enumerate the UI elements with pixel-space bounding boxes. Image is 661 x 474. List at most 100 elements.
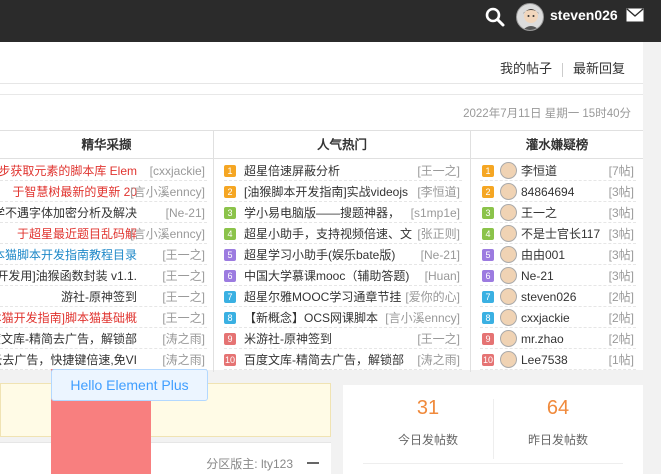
user-avatar-icon[interactable] [500,330,517,347]
list-item[interactable]: 本猫脚本开发指南教程目录 [王一之] [0,245,207,265]
list-item[interactable]: 5 由由001 [3帖] [480,245,636,265]
poster-name[interactable]: cxxjackie [521,308,570,327]
list-item[interactable]: 游社-原神签到 [王一之] [0,287,207,307]
list-item[interactable]: 于智慧树最新的更新 20 [言小溪enncy] [0,182,207,202]
list-item[interactable]: 3 王一之 [3帖] [480,203,636,223]
post-title[interactable]: [油猴脚本开发指南]实战videojs [244,182,408,201]
post-author[interactable]: [王一之] [162,287,205,306]
poster-name[interactable]: 由由001 [521,245,565,264]
collapse-icon[interactable] [307,462,319,464]
list-item[interactable]: 本开发用]油猴函数封装 v1.1. [王一之] [0,266,207,286]
list-item[interactable]: 于超星最近题目乱码解 [言小溪enncy] [0,224,207,244]
list-item[interactable]: 2 [油猴脚本开发指南]实战videojs [李恒道] [224,182,462,202]
post-author[interactable]: [王一之] [162,308,205,327]
list-item[interactable]: 9 mr.zhao [2帖] [480,329,636,349]
post-title[interactable]: 度文库-精简去广告，解锁部 [0,329,137,348]
poster-name[interactable]: mr.zhao [521,329,564,348]
post-title[interactable]: 【新概念】OCS网课脚本 [244,308,378,327]
list-item[interactable]: 本猫开发指南]脚本猫基础概 [王一之] [0,308,207,328]
list-item[interactable]: 8 【新概念】OCS网课脚本 [言小溪enncy] [224,308,462,328]
list-item[interactable]: 7 steven026 [2帖] [480,287,636,307]
list-item[interactable]: 4 超星小助手，支持视频倍速、文 [张正则] [224,224,462,244]
username[interactable]: steven026 [550,6,618,24]
post-author[interactable]: [王一之] [417,329,460,348]
post-title[interactable]: 超星倍速屏蔽分析 [244,161,340,180]
col-featured: 精华采撷 [0,131,213,159]
list-item[interactable]: 5 超星学习小助手(娱乐bate版) [Ne-21] [224,245,462,265]
post-title[interactable]: 超星尔雅MOOC学习通章节挂 [244,287,401,306]
post-author[interactable]: [言小溪enncy] [385,308,460,327]
poster-name[interactable]: steven026 [521,287,576,306]
post-author[interactable]: [Ne-21] [421,245,460,264]
post-author[interactable]: [爱你的心] [405,287,460,306]
list-item[interactable]: 8 cxxjackie [2帖] [480,308,636,328]
user-avatar-icon[interactable] [500,309,517,326]
post-title[interactable]: 中国大学慕课mooc（辅助答题) [244,266,409,285]
user-avatar-icon[interactable] [500,204,517,221]
post-title[interactable]: 本开发用]油猴函数封装 v1.1. [0,266,137,285]
hello-tooltip[interactable]: Hello Element Plus [51,369,208,401]
list-item[interactable]: 9 米游社-原神签到 [王一之] [224,329,462,349]
list-item[interactable]: 度云去广告，快捷键倍速,免VI [涛之雨] [0,350,207,370]
my-posts-link[interactable]: 我的帖子 [500,61,552,76]
post-title[interactable]: 本猫脚本开发指南教程目录 [0,245,137,264]
poster-name[interactable]: 不是士官长117 [521,224,600,243]
post-title[interactable]: 度云去广告，快捷键倍速,免VI [0,350,137,369]
poster-name[interactable]: Lee7538 [521,350,568,369]
user-avatar-icon[interactable] [500,267,517,284]
post-title[interactable]: 步获取元素的脚本库 Elem [0,161,137,180]
list-item[interactable]: 7 超星尔雅MOOC学习通章节挂 [爱你的心] [224,287,462,307]
list-item[interactable]: 1 超星倍速屏蔽分析 [王一之] [224,161,462,181]
user-avatar-icon[interactable] [500,288,517,305]
post-author[interactable]: [cxxjackie] [150,161,205,180]
latest-replies-link[interactable]: 最新回复 [573,61,625,76]
list-item[interactable]: 1 李恒道 [7帖] [480,161,636,181]
post-author[interactable]: [涛之雨] [162,350,205,369]
user-avatar-icon[interactable] [500,225,517,242]
user-avatar-icon[interactable] [500,246,517,263]
post-title[interactable]: 学小易电脑版——搜题神器， [244,203,400,222]
post-title[interactable]: 超星小助手，支持视频倍速、文 [244,224,412,243]
poster-name[interactable]: 王一之 [521,203,557,222]
list-item[interactable]: 3 学小易电脑版——搜题神器， [s1mp1e] [224,203,462,223]
post-title[interactable]: 于超星最近题目乱码解 [17,224,137,243]
poster-name[interactable]: Ne-21 [521,266,554,285]
list-item[interactable]: 6 中国大学慕课mooc（辅助答题) [Huan] [224,266,462,286]
section-moderator[interactable]: 分区版主: lty123 [206,455,293,472]
list-item[interactable]: 步获取元素的脚本库 Elem [cxxjackie] [0,161,207,181]
post-author[interactable]: [涛之雨] [162,329,205,348]
list-item[interactable]: 4 不是士官长117 [3帖] [480,224,636,244]
poster-name[interactable]: 李恒道 [521,161,557,180]
user-avatar[interactable] [516,3,544,31]
post-title[interactable]: 百度文库-精简去广告，解锁部 [244,350,404,369]
post-author[interactable]: [李恒道] [417,182,460,201]
user-avatar-icon[interactable] [500,162,517,179]
post-title[interactable]: 星学不遇字体加密分析及解决 [0,203,137,222]
post-title[interactable]: 米游社-原神签到 [244,329,332,348]
list-item[interactable]: 星学不遇字体加密分析及解决 [Ne-21] [0,203,207,223]
post-author[interactable]: [王一之] [162,266,205,285]
mail-icon[interactable] [626,8,644,22]
post-title[interactable]: 本猫开发指南]脚本猫基础概 [0,308,137,327]
list-item[interactable]: 2 84864694 [3帖] [480,182,636,202]
post-author[interactable]: [王一之] [417,161,460,180]
post-author[interactable]: [s1mp1e] [411,203,460,222]
post-title[interactable]: 游社-原神签到 [61,287,137,306]
post-author[interactable]: [涛之雨] [417,350,460,369]
poster-name[interactable]: 84864694 [521,182,574,201]
post-title[interactable]: 超星学习小助手(娱乐bate版) [244,245,395,264]
user-avatar-icon[interactable] [500,351,517,368]
post-title[interactable]: 于智慧树最新的更新 20 [12,182,137,201]
list-item[interactable]: 6 Ne-21 [3帖] [480,266,636,286]
post-author[interactable]: [张正则] [417,224,460,243]
search-icon[interactable] [484,6,506,28]
post-author[interactable]: [Huan] [425,266,460,285]
post-author[interactable]: [王一之] [162,245,205,264]
post-author[interactable]: [言小溪enncy] [130,224,205,243]
post-author[interactable]: [言小溪enncy] [130,182,205,201]
list-item[interactable]: 度文库-精简去广告，解锁部 [涛之雨] [0,329,207,349]
list-item[interactable]: 10 Lee7538 [1帖] [480,350,636,370]
list-item[interactable]: 10 百度文库-精简去广告，解锁部 [涛之雨] [224,350,462,370]
user-avatar-icon[interactable] [500,183,517,200]
post-author[interactable]: [Ne-21] [166,203,205,222]
